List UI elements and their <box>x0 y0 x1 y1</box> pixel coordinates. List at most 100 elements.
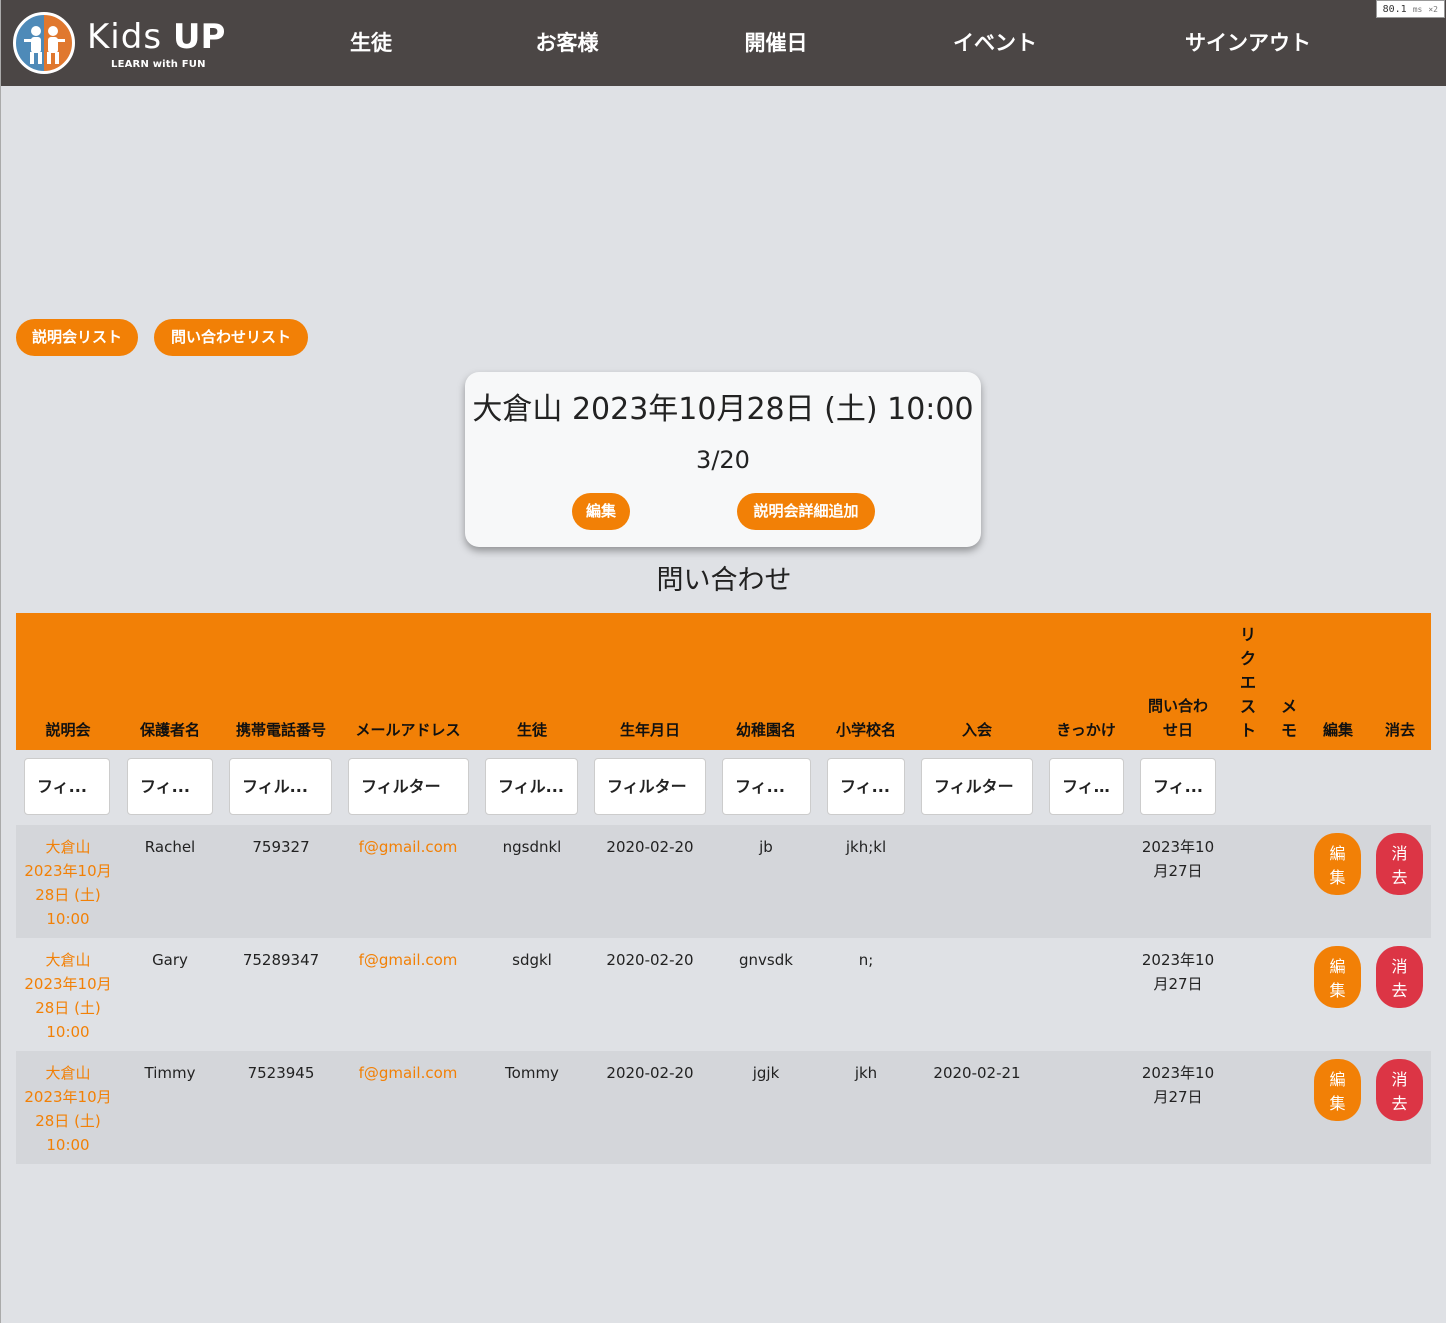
col-header-birthdate[interactable]: 生年月日 <box>590 718 710 742</box>
session-title: 大倉山 2023年10月28日 (土) 10:00 <box>472 392 974 427</box>
session-link-line: 28日 (土) <box>35 999 101 1017</box>
session-link-line: 10:00 <box>46 1136 90 1154</box>
row-kindergarten: jb <box>759 838 773 856</box>
filter-enroll-input[interactable]: フィルター <box>921 758 1033 815</box>
row-phone: 75289347 <box>242 951 320 969</box>
add-session-detail-button[interactable]: 説明会詳細追加 <box>737 493 875 530</box>
col-header-request[interactable]: リ ク エ ス ト <box>1236 623 1260 743</box>
session-count: 3/20 <box>696 446 750 474</box>
filter-student-input[interactable]: フィル... <box>485 758 578 815</box>
col-header-inquiry-date-line2: せ日 <box>1162 721 1193 739</box>
filter-birthdate-input[interactable]: フィルター <box>594 758 706 815</box>
row-edit-button[interactable]: 編 集 <box>1314 946 1361 1008</box>
inquiry-date-line: 月27日 <box>1153 975 1203 993</box>
nav-signout[interactable]: サインアウト <box>1181 28 1315 58</box>
col-header-request-char: ク <box>1239 649 1256 668</box>
perf-suffix: ×2 <box>1428 5 1438 14</box>
row-birthdate: 2020-02-20 <box>606 838 694 856</box>
row-guardian: Timmy <box>144 1064 196 1082</box>
col-header-memo[interactable]: メ モ <box>1277 695 1301 743</box>
col-header-enroll[interactable]: 入会 <box>916 718 1038 742</box>
session-link-line: 2023年10月 <box>24 1088 112 1106</box>
delete-label-char: 去 <box>1391 983 1408 1000</box>
filter-row: フィ... フィ... フィル... フィルター フィル... フィルター フィ… <box>16 750 1431 825</box>
edit-label-char: 集 <box>1329 1096 1346 1113</box>
row-guardian: Gary <box>152 951 188 969</box>
row-edit-button[interactable]: 編 集 <box>1314 1059 1361 1121</box>
row-email-link[interactable]: f@gmail.com <box>342 948 474 972</box>
session-link-line: 10:00 <box>46 910 90 928</box>
filter-guardian-input[interactable]: フィ... <box>127 758 213 815</box>
col-header-request-char: エ <box>1239 673 1256 692</box>
table-row: 大倉山 2023年10月 28日 (土) 10:00 Gary 75289347… <box>16 938 1431 1051</box>
filter-school-input[interactable]: フィ... <box>827 758 905 815</box>
delete-label-char: 消 <box>1391 1072 1408 1089</box>
col-header-inquiry-date[interactable]: 問い合わ せ日 <box>1134 694 1222 742</box>
logo-wordmark: Kids UP <box>87 18 225 56</box>
inquiry-date-line: 月27日 <box>1153 862 1203 880</box>
top-navbar: Kids UP LEARN with FUN 生徒 お客様 開催日 イベント サ… <box>1 0 1446 86</box>
perf-badge: 80.1 ms ×2 <box>1375 0 1445 18</box>
nav-dates[interactable]: 開催日 <box>742 28 810 58</box>
delete-label-char: 去 <box>1391 870 1408 887</box>
row-school: jkh <box>854 1064 878 1082</box>
filter-session-input[interactable]: フィ... <box>24 758 110 815</box>
col-header-trigger[interactable]: きっかけ <box>1044 718 1128 742</box>
row-session-link[interactable]: 大倉山 2023年10月 28日 (土) 10:00 <box>16 835 120 931</box>
logo-kids-text: Kids <box>87 17 163 57</box>
col-header-guardian[interactable]: 保護者名 <box>120 718 220 742</box>
edit-label-char: 集 <box>1329 870 1346 887</box>
row-session-link[interactable]: 大倉山 2023年10月 28日 (土) 10:00 <box>16 1061 120 1157</box>
row-inquiry-date: 2023年10 月27日 <box>1134 835 1222 883</box>
brand-logo[interactable]: Kids UP LEARN with FUN <box>13 12 225 74</box>
row-guardian: Rachel <box>144 838 196 856</box>
col-header-phone[interactable]: 携帯電話番号 <box>222 718 340 742</box>
inquiry-date-line: 2023年10 <box>1141 1064 1215 1082</box>
nav-students[interactable]: 生徒 <box>348 28 394 58</box>
edit-label-char: 編 <box>1329 1072 1346 1089</box>
nav-events[interactable]: イベント <box>950 28 1040 58</box>
row-delete-button[interactable]: 消 去 <box>1376 1059 1423 1121</box>
col-header-request-char: ス <box>1239 697 1256 716</box>
row-email-link[interactable]: f@gmail.com <box>342 835 474 859</box>
session-link-line: 大倉山 <box>45 838 91 856</box>
col-header-inquiry-date-line1: 問い合わ <box>1147 697 1208 715</box>
row-inquiry-date: 2023年10 月27日 <box>1134 948 1222 996</box>
filter-inquiry-date-input[interactable]: フィ... <box>1140 758 1216 815</box>
logo-tagline: LEARN with FUN <box>111 59 206 70</box>
filter-kindergarten-input[interactable]: フィ... <box>722 758 811 815</box>
col-header-memo-char: モ <box>1280 721 1297 740</box>
inquiry-table-header: 説明会 保護者名 携帯電話番号 メールアドレス 生徒 生年月日 幼稚園名 小学校… <box>16 613 1431 750</box>
row-student: Tommy <box>505 1064 559 1082</box>
filter-phone-input[interactable]: フィル... <box>229 758 332 815</box>
row-student: sdgkl <box>512 951 552 969</box>
inquiry-section-title: 問い合わせ <box>656 565 792 596</box>
filter-trigger-input[interactable]: フィ... <box>1049 758 1124 815</box>
logo-up-text: UP <box>172 17 226 57</box>
delete-label-char: 消 <box>1391 959 1408 976</box>
row-delete-button[interactable]: 消 去 <box>1376 946 1423 1008</box>
col-header-student[interactable]: 生徒 <box>479 718 585 742</box>
nav-customers[interactable]: お客様 <box>533 28 601 58</box>
row-session-link[interactable]: 大倉山 2023年10月 28日 (土) 10:00 <box>16 948 120 1044</box>
perf-value: 80.1 <box>1382 4 1407 15</box>
session-link-line: 2023年10月 <box>24 975 112 993</box>
col-header-school[interactable]: 小学校名 <box>821 718 911 742</box>
row-edit-button[interactable]: 編 集 <box>1314 833 1361 895</box>
col-header-memo-char: メ <box>1280 697 1297 716</box>
session-edit-button[interactable]: 編集 <box>572 493 630 530</box>
col-header-email[interactable]: メールアドレス <box>342 718 474 742</box>
col-header-session[interactable]: 説明会 <box>16 718 120 742</box>
col-header-kindergarten[interactable]: 幼稚園名 <box>716 718 816 742</box>
inquiry-date-line: 2023年10 <box>1141 951 1215 969</box>
row-school: n; <box>858 951 874 969</box>
row-email-link[interactable]: f@gmail.com <box>342 1061 474 1085</box>
filter-email-input[interactable]: フィルター <box>348 758 469 815</box>
inquiry-list-button[interactable]: 問い合わせリスト <box>154 319 308 356</box>
session-card: 大倉山 2023年10月28日 (土) 10:00 3/20 編集 説明会詳細追… <box>465 372 981 547</box>
row-kindergarten: gnvsdk <box>739 951 793 969</box>
session-link-line: 28日 (土) <box>35 1112 101 1130</box>
row-delete-button[interactable]: 消 去 <box>1376 833 1423 895</box>
info-session-list-button[interactable]: 説明会リスト <box>16 319 138 356</box>
logo-emblem-icon <box>13 12 75 74</box>
